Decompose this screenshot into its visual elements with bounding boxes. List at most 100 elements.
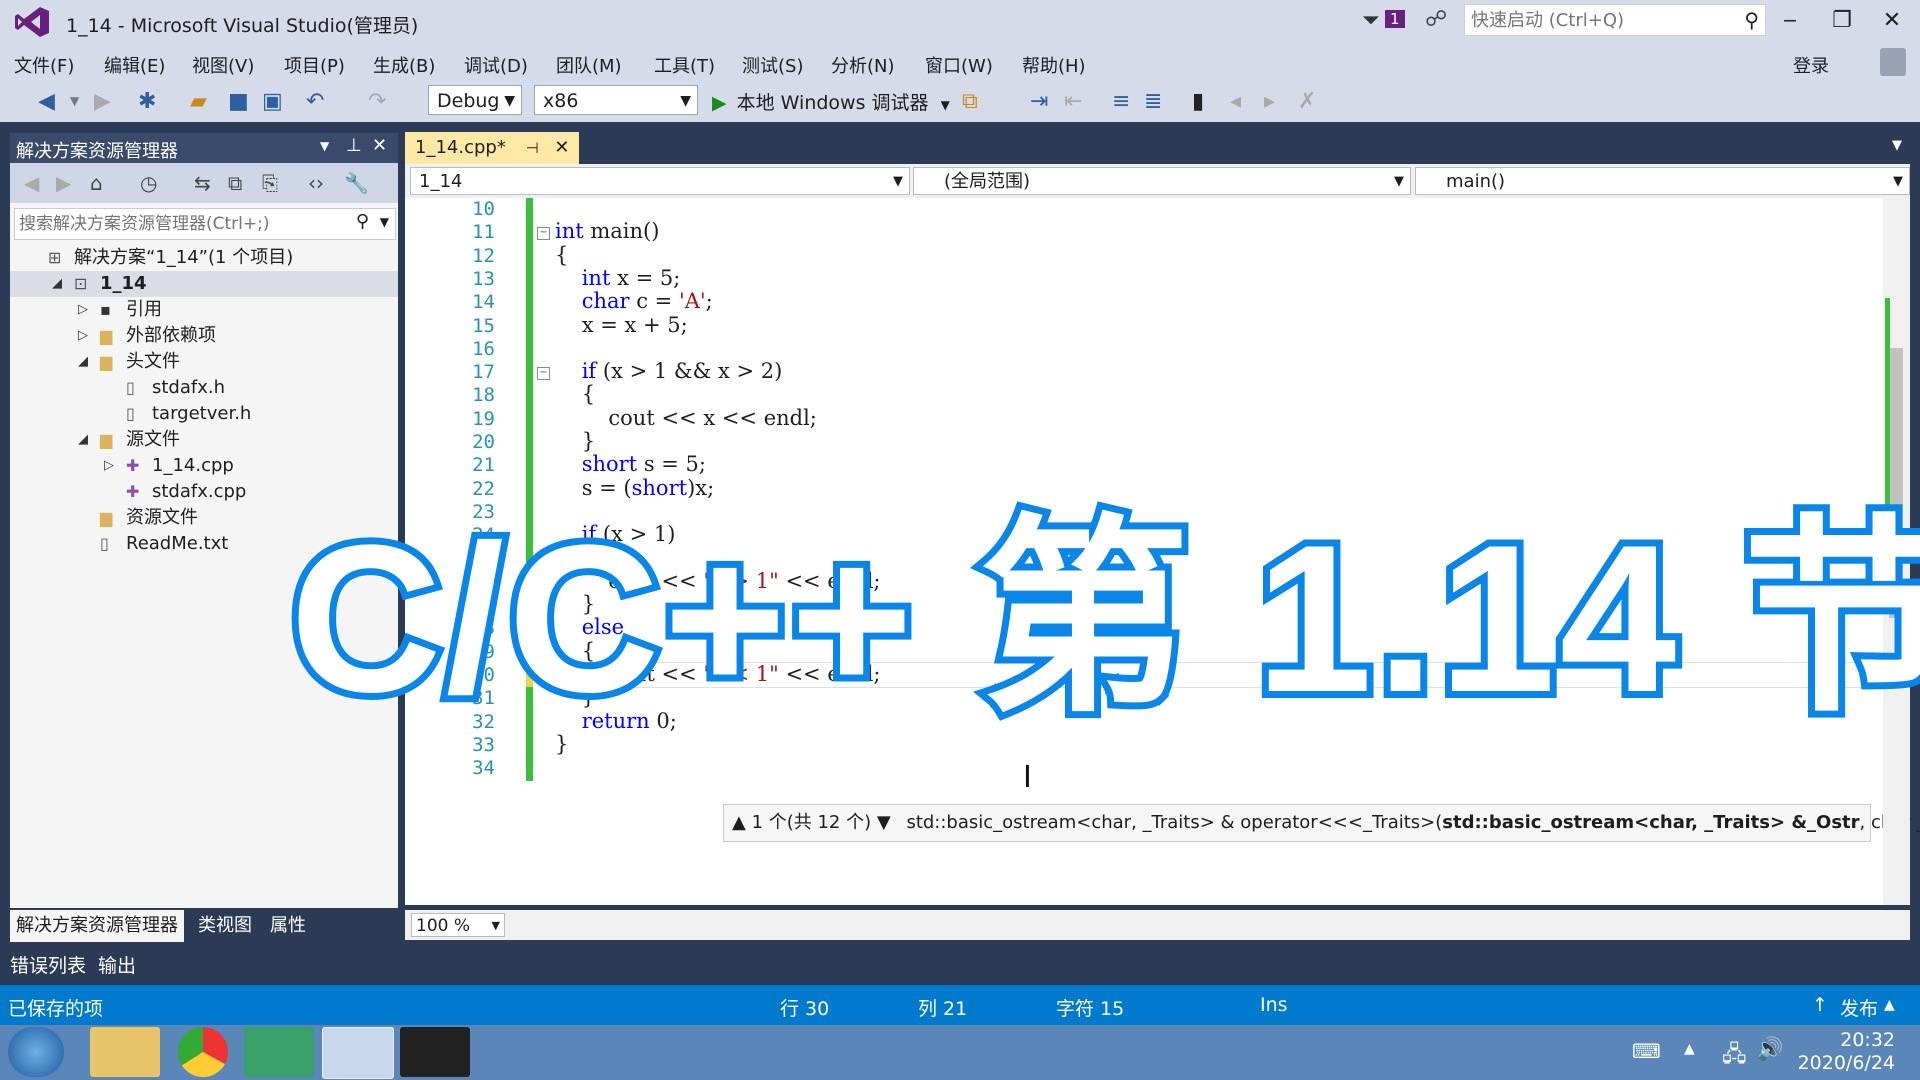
overload-counter[interactable]: ▲ 1 个(共 12 个) ▼ bbox=[732, 812, 891, 833]
forward-icon[interactable]: ▶ bbox=[94, 89, 111, 114]
console-taskbar-icon[interactable] bbox=[400, 1027, 470, 1077]
code-view-icon[interactable]: ‹› bbox=[308, 171, 324, 195]
back-dropdown-icon[interactable]: ▼ bbox=[70, 94, 79, 108]
pin-icon[interactable]: ⊣ bbox=[526, 139, 539, 157]
tab-1-14-cpp[interactable]: 1_14.cpp* ⊣ ✕ bbox=[405, 132, 580, 164]
tray-expand-icon[interactable]: ▲ bbox=[1684, 1041, 1695, 1057]
start-debugging-button[interactable]: ▶ 本地 Windows 调试器 ▼ bbox=[712, 88, 950, 115]
code-line[interactable]: cout << x << endl; bbox=[555, 406, 817, 430]
undo-icon[interactable]: ↶ bbox=[306, 89, 324, 114]
find-icon[interactable]: ⧉ bbox=[962, 89, 978, 114]
save-icon[interactable]: ■ bbox=[228, 89, 249, 114]
collapse-arrow-icon[interactable]: ◢ bbox=[52, 271, 62, 297]
tree-item[interactable]: ▷ ▆ 外部依赖项 bbox=[10, 323, 398, 349]
tab-solution-explorer[interactable]: 解决方案资源管理器 bbox=[10, 910, 184, 942]
search-icon[interactable]: ⚲ bbox=[1744, 8, 1759, 32]
pin-icon[interactable]: ⊥ bbox=[346, 135, 362, 156]
collapse-arrow-icon[interactable]: ◢ bbox=[78, 349, 88, 375]
prev-bookmark-icon[interactable]: ◂ bbox=[1230, 89, 1241, 114]
properties-wrench-icon[interactable]: 🔧 bbox=[344, 171, 369, 195]
code-line[interactable]: x = x + 5; bbox=[555, 313, 688, 337]
show-all-files-icon[interactable]: ⎘ bbox=[262, 171, 278, 195]
clear-bookmarks-icon[interactable]: ✗ bbox=[1298, 89, 1316, 114]
quick-launch-input[interactable] bbox=[1465, 5, 1723, 35]
menu-help[interactable]: 帮助(H) bbox=[1022, 52, 1086, 78]
collapse-all-icon[interactable]: ⧉ bbox=[228, 171, 242, 195]
menu-test[interactable]: 测试(S) bbox=[742, 52, 803, 78]
start-button[interactable] bbox=[8, 1027, 64, 1077]
minimize-button[interactable]: ‒ bbox=[1770, 8, 1810, 33]
expand-arrow-icon[interactable]: ▷ bbox=[78, 323, 88, 349]
sync-icon[interactable]: ⇆ bbox=[194, 171, 211, 195]
home-icon[interactable]: ⌂ bbox=[90, 171, 103, 195]
code-line[interactable]: int x = 5; bbox=[555, 266, 681, 290]
close-icon[interactable]: ✕ bbox=[554, 137, 569, 158]
code-line[interactable]: int main() bbox=[555, 219, 659, 243]
chrome-taskbar-icon[interactable] bbox=[178, 1027, 228, 1077]
comment-icon[interactable]: ≡ bbox=[1112, 89, 1130, 114]
volume-icon[interactable]: 🔊 bbox=[1756, 1037, 1783, 1062]
menu-analyze[interactable]: 分析(N) bbox=[831, 52, 895, 78]
scope-select[interactable]: (全局范围) ▼ bbox=[913, 167, 1411, 195]
notification-badge[interactable]: 1 bbox=[1385, 10, 1405, 28]
tree-item[interactable]: ◢ ⊡ 1_14 bbox=[10, 271, 398, 297]
network-icon[interactable]: 🖧 bbox=[1722, 1037, 1747, 1075]
menu-edit[interactable]: 编辑(E) bbox=[104, 52, 165, 78]
back-icon[interactable]: ◀ bbox=[24, 171, 39, 195]
solution-search-input[interactable] bbox=[15, 209, 351, 239]
new-project-icon[interactable]: ✱ bbox=[138, 89, 156, 114]
keyboard-icon[interactable]: ⌨ bbox=[1632, 1039, 1661, 1063]
platform-select[interactable]: x86 ▼ bbox=[534, 85, 698, 115]
feedback-icon[interactable]: ☍ bbox=[1425, 7, 1447, 32]
tree-item[interactable]: ◢ ▆ 头文件 bbox=[10, 349, 398, 375]
chevron-up-icon[interactable]: ▲ bbox=[1884, 997, 1895, 1013]
project-select[interactable]: 1_14 ▼ bbox=[410, 167, 910, 195]
tree-item[interactable]: ▷ ▪ 引用 bbox=[10, 297, 398, 323]
code-line[interactable]: char c = 'A'; bbox=[555, 289, 713, 313]
menu-project[interactable]: 项目(P) bbox=[284, 52, 345, 78]
menu-view[interactable]: 视图(V) bbox=[192, 52, 254, 78]
menu-debug[interactable]: 调试(D) bbox=[464, 52, 528, 78]
chevron-down-icon[interactable]: ▼ bbox=[380, 215, 389, 229]
menu-file[interactable]: 文件(F) bbox=[14, 52, 74, 78]
menu-tools[interactable]: 工具(T) bbox=[654, 52, 715, 78]
code-line[interactable]: if (x > 1 && x > 2) bbox=[555, 359, 783, 383]
menu-build[interactable]: 生成(B) bbox=[373, 52, 435, 78]
tab-properties[interactable]: 属性 bbox=[264, 910, 312, 942]
redo-icon[interactable]: ↷ bbox=[368, 89, 386, 114]
expand-arrow-icon[interactable]: ▷ bbox=[104, 453, 114, 479]
collapse-region-icon[interactable]: − bbox=[537, 367, 550, 381]
next-bookmark-icon[interactable]: ▸ bbox=[1264, 89, 1275, 114]
menu-team[interactable]: 团队(M) bbox=[556, 52, 622, 78]
visual-studio-taskbar-icon[interactable] bbox=[322, 1027, 394, 1079]
publish-arrow-icon[interactable]: ↑ bbox=[1812, 994, 1828, 1016]
expand-arrow-icon[interactable]: ▷ bbox=[78, 297, 88, 323]
tree-item[interactable]: ▯ stdafx.h bbox=[10, 375, 398, 401]
tab-error-list[interactable]: 错误列表 bbox=[10, 951, 86, 978]
back-icon[interactable]: ◀ bbox=[38, 89, 55, 114]
history-icon[interactable]: ◷ bbox=[140, 171, 157, 195]
solution-config-select[interactable]: Debug ▼ bbox=[428, 85, 522, 115]
zoom-select[interactable]: 100 % ▼ bbox=[411, 913, 505, 937]
forward-icon[interactable]: ▶ bbox=[56, 171, 71, 195]
solution-search[interactable]: ⚲ ▼ bbox=[14, 208, 396, 240]
close-button[interactable]: ✕ bbox=[1872, 8, 1912, 33]
chevron-down-icon[interactable]: ▼ bbox=[941, 98, 950, 112]
code-line[interactable]: { bbox=[555, 382, 595, 406]
chevron-down-icon[interactable]: ▼ bbox=[1892, 138, 1902, 153]
quick-launch[interactable]: ⚲ bbox=[1464, 4, 1766, 36]
outdent-icon[interactable]: ⇤ bbox=[1064, 89, 1082, 114]
code-line[interactable]: { bbox=[555, 243, 568, 267]
publish-button[interactable]: 发布 bbox=[1840, 994, 1878, 1021]
chevron-down-icon[interactable]: ▼ bbox=[320, 139, 329, 153]
explorer-taskbar-icon[interactable] bbox=[90, 1027, 160, 1077]
menu-window[interactable]: 窗口(W) bbox=[925, 52, 993, 78]
step-icon[interactable]: ⇥ bbox=[1030, 89, 1048, 114]
restore-button[interactable]: ❐ bbox=[1822, 8, 1862, 33]
open-file-icon[interactable]: ▰ bbox=[190, 89, 207, 114]
tab-output[interactable]: 输出 bbox=[98, 951, 136, 978]
tab-class-view[interactable]: 类视图 bbox=[192, 910, 258, 942]
search-icon[interactable]: ⚲ bbox=[356, 211, 369, 232]
close-icon[interactable]: ✕ bbox=[372, 135, 387, 156]
collapse-region-icon[interactable]: − bbox=[537, 227, 550, 241]
